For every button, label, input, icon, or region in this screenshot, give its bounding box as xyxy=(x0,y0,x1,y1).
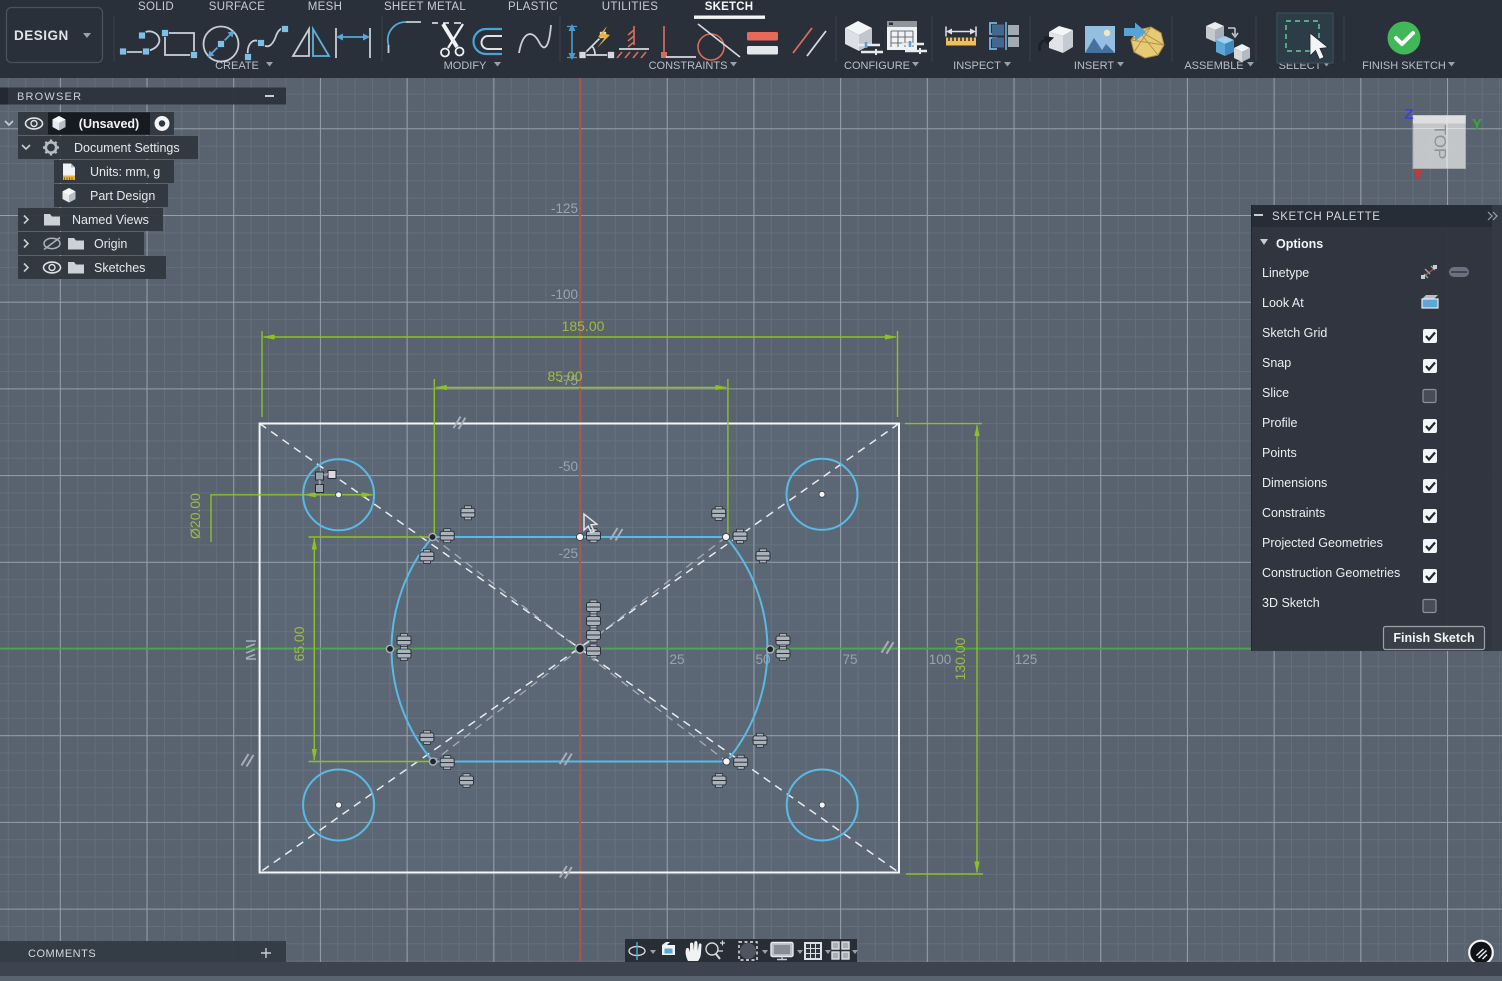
svg-text:Finish Sketch: Finish Sketch xyxy=(1393,631,1474,645)
svg-text:MESH: MESH xyxy=(308,1,342,13)
svg-text:Options: Options xyxy=(1276,237,1323,251)
svg-text:TOP: TOP xyxy=(1431,125,1450,160)
svg-text:-100: -100 xyxy=(551,287,578,302)
svg-text:Ø20.00: Ø20.00 xyxy=(187,493,203,539)
svg-text:Named Views: Named Views xyxy=(72,213,149,227)
svg-text:Y: Y xyxy=(1472,116,1482,133)
svg-text:Sketch Grid: Sketch Grid xyxy=(1262,326,1327,340)
svg-text:CONFIGURE: CONFIGURE xyxy=(844,60,910,72)
svg-text:INSPECT: INSPECT xyxy=(953,60,1001,72)
svg-text:Points: Points xyxy=(1262,446,1297,460)
svg-text:COMMENTS: COMMENTS xyxy=(28,948,96,960)
svg-text:Projected Geometries: Projected Geometries xyxy=(1262,536,1383,550)
svg-text:65.00: 65.00 xyxy=(291,626,307,661)
svg-text:BROWSER: BROWSER xyxy=(17,91,82,103)
svg-text:SHEET METAL: SHEET METAL xyxy=(384,1,466,13)
svg-text:Constraints: Constraints xyxy=(1262,506,1325,520)
svg-text:25: 25 xyxy=(669,652,684,667)
svg-text:Units: mm, g: Units: mm, g xyxy=(90,165,160,179)
svg-text:Slice: Slice xyxy=(1262,386,1289,400)
svg-text:130.00: 130.00 xyxy=(952,637,968,680)
svg-text:-125: -125 xyxy=(551,201,578,216)
svg-text:Look At: Look At xyxy=(1262,296,1304,310)
svg-text:Part Design: Part Design xyxy=(90,189,155,203)
svg-text:SKETCH: SKETCH xyxy=(705,1,753,13)
svg-text:Sketches: Sketches xyxy=(94,261,145,275)
svg-text:Snap: Snap xyxy=(1262,356,1291,370)
svg-text:SKETCH PALETTE: SKETCH PALETTE xyxy=(1272,211,1381,223)
svg-text:Origin: Origin xyxy=(94,237,127,251)
svg-text:-50: -50 xyxy=(558,459,578,474)
svg-text:50: 50 xyxy=(755,652,770,667)
svg-text:CONSTRAINTS: CONSTRAINTS xyxy=(649,60,728,72)
svg-text:MODIFY: MODIFY xyxy=(444,60,487,72)
svg-text:Profile: Profile xyxy=(1262,416,1297,430)
svg-text:Dimensions: Dimensions xyxy=(1262,476,1327,490)
svg-text:Construction Geometries: Construction Geometries xyxy=(1262,566,1400,580)
svg-text:75: 75 xyxy=(842,652,857,667)
svg-text:FINISH SKETCH: FINISH SKETCH xyxy=(1362,60,1446,72)
svg-text:UTILITIES: UTILITIES xyxy=(602,1,658,13)
svg-text:(Unsaved): (Unsaved) xyxy=(79,117,139,131)
svg-text:ASSEMBLE: ASSEMBLE xyxy=(1184,60,1243,72)
svg-text:-25: -25 xyxy=(558,546,578,561)
svg-text:PLASTIC: PLASTIC xyxy=(508,1,558,13)
svg-text:Document Settings: Document Settings xyxy=(74,141,180,155)
svg-text:Linetype: Linetype xyxy=(1262,266,1309,280)
svg-text:125: 125 xyxy=(1015,652,1038,667)
svg-text:Z: Z xyxy=(1404,106,1413,123)
svg-text:3D Sketch: 3D Sketch xyxy=(1262,596,1320,610)
svg-text:INSERT: INSERT xyxy=(1074,60,1114,72)
svg-text:100: 100 xyxy=(929,652,952,667)
svg-text:185.00: 185.00 xyxy=(562,318,605,334)
svg-text:85.00: 85.00 xyxy=(547,368,582,384)
